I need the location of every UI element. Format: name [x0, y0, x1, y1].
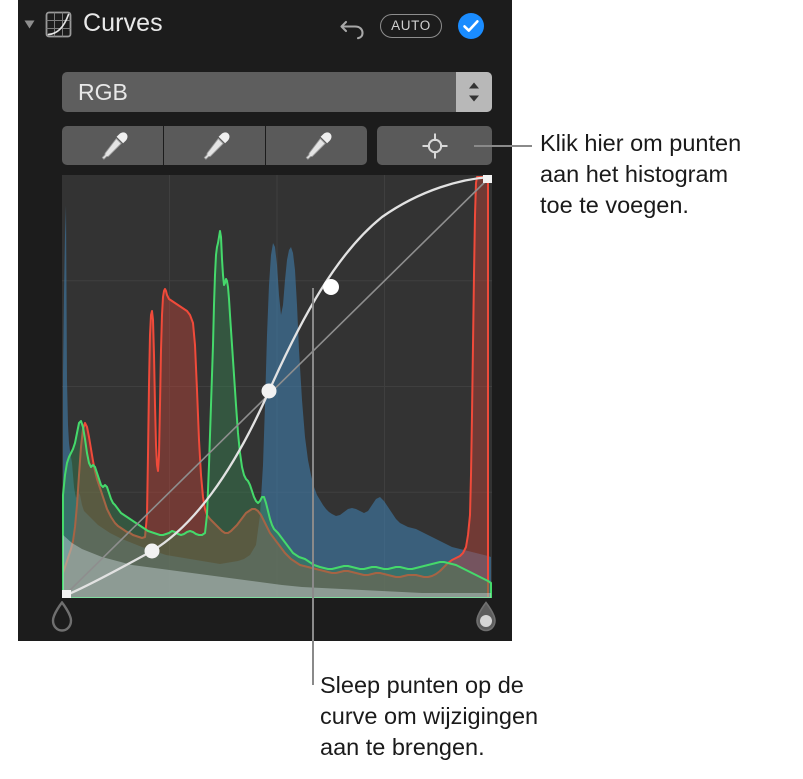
eyedropper-black-point-button[interactable]: [62, 126, 163, 165]
panel-header: Curves AUTO: [18, 0, 512, 58]
callout-add-point-text: Klik hier om punten aan het histogram to…: [540, 130, 742, 218]
callout-drag-points-text: Sleep punten op de curve om wijzigingen …: [320, 672, 539, 760]
callout-leader-line-add-point: [474, 145, 532, 147]
enable-toggle[interactable]: [458, 13, 484, 39]
white-point-slider[interactable]: [473, 601, 499, 633]
eyedropper-icon: [101, 131, 128, 160]
midtone-handle: [261, 383, 277, 399]
page-title: Curves: [83, 9, 163, 37]
black-point-handle: [62, 590, 71, 598]
white-point-handle: [483, 175, 492, 183]
crosshair-target-icon: [422, 133, 447, 158]
curves-icon: [45, 11, 72, 38]
reset-button[interactable]: [338, 12, 368, 42]
eyedropper-white-point-button[interactable]: [266, 126, 367, 165]
auto-button[interactable]: AUTO: [380, 14, 442, 38]
black-point-slider[interactable]: [49, 600, 75, 633]
callout-leader-line-drag-points: [312, 288, 314, 685]
eyedropper-icon: [305, 131, 332, 160]
eyedropper-gray-point-button[interactable]: [164, 126, 265, 165]
channel-select[interactable]: RGB: [62, 72, 492, 112]
eyedropper-icon: [203, 131, 230, 160]
chevron-up-down-icon[interactable]: [456, 72, 492, 112]
highlight-handle: [323, 279, 339, 295]
histogram-curve-editor[interactable]: [62, 175, 492, 598]
shadow-handle: [144, 543, 160, 559]
curves-inspector-panel: Curves AUTO RGB: [18, 0, 512, 641]
channel-select-value: RGB: [78, 79, 128, 105]
disclosure-triangle-icon[interactable]: [24, 20, 35, 29]
